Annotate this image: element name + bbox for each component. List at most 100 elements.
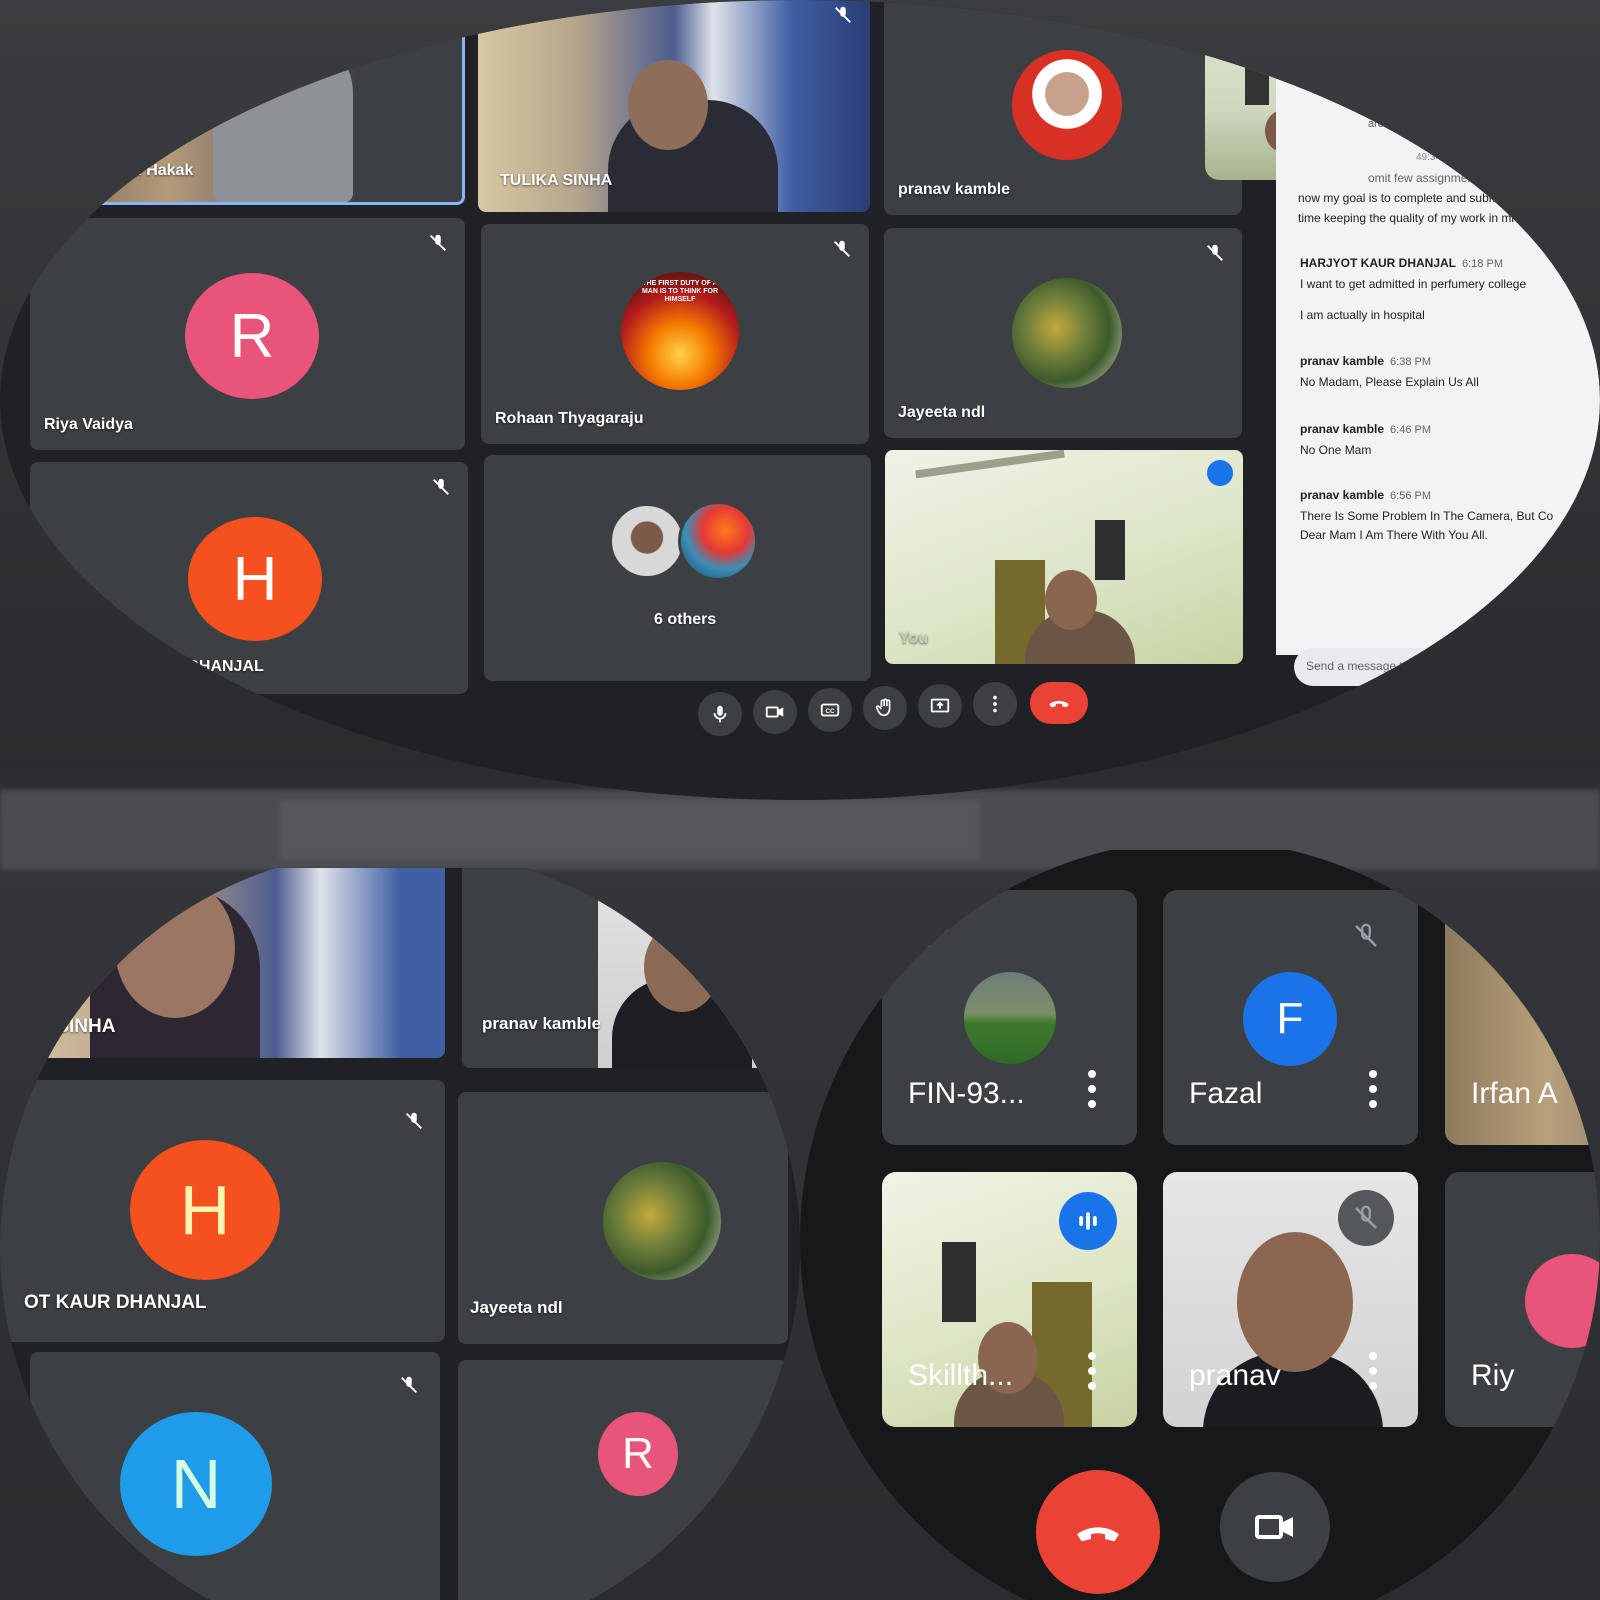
- participant-name: Irfan A: [1471, 1077, 1558, 1110]
- chat-text: No One Mam: [1300, 443, 1372, 457]
- mic-off-icon: [401, 1376, 417, 1393]
- meeting-code: k-bnf: [196, 728, 243, 749]
- participant-name: A SINHA: [38, 1016, 116, 1037]
- chat-message: pranav kamble 6:46 PM No One Mam: [1300, 422, 1590, 459]
- participant-tile[interactable]: pranav kamble: [462, 868, 782, 1068]
- participant-tile[interactable]: R Riya Vaidya: [30, 218, 465, 450]
- participant-tile[interactable]: You: [885, 450, 1243, 664]
- participant-tile[interactable]: Skillth...: [882, 1172, 1137, 1427]
- chat-text: I am actually in hospital: [1300, 308, 1425, 322]
- chat-text: Dear Mam I Am There With You All.: [1300, 528, 1488, 542]
- chat-earlier-text: omit few assignments tom now my goal is …: [1298, 171, 1515, 225]
- speaking-indicator: [1059, 1192, 1117, 1250]
- participant-tile[interactable]: pranav kamble: [884, 0, 1242, 215]
- end-call-button[interactable]: [1030, 682, 1088, 724]
- present-icon: [930, 698, 950, 713]
- participant-name: Riya Vaidya: [44, 416, 133, 433]
- camera-icon: [1255, 1515, 1293, 1539]
- desktop-meeting-panel: an Ahmad Hakak TULIKA SINHA pranav kambl…: [0, 0, 1600, 800]
- participant-avatar: H: [188, 517, 322, 641]
- participant-name: pranav: [1189, 1359, 1281, 1392]
- end-call-button[interactable]: [1036, 1470, 1160, 1594]
- participant-tile[interactable]: H OT KAUR DHANJAL: [0, 1080, 445, 1342]
- participant-avatar: [1525, 1254, 1600, 1348]
- chat-time: 6:56 PM: [1390, 490, 1432, 502]
- participant-avatar: [609, 503, 685, 579]
- chat-text: No Madam, Please Explain Us All: [1300, 375, 1479, 389]
- chat-message: pranav kamble 6:56 PM There Is Some Probl…: [1300, 488, 1590, 544]
- mic-off-icon: [1355, 1205, 1377, 1229]
- desktop-meeting-zoom-panel: A SINHA pranav kamble H OT KAUR DHANJAL …: [0, 868, 800, 1600]
- more-icon: [993, 695, 997, 713]
- mic-off-icon: [1207, 244, 1223, 261]
- mic-off-icon: [1355, 923, 1377, 947]
- participant-tile[interactable]: F Fazal: [1163, 890, 1418, 1145]
- participant-name: Jayeeta ndl: [470, 1298, 563, 1317]
- chat-sender: pranav kamble: [1300, 354, 1385, 368]
- more-options-icon[interactable]: [1368, 1351, 1378, 1391]
- participant-avatar: [1012, 278, 1122, 388]
- participant-tile[interactable]: Riy: [1445, 1172, 1600, 1427]
- captions-icon: CC: [820, 703, 840, 717]
- participant-tile[interactable]: THE FIRST DUTY OF A MAN IS TO THINK FOR …: [481, 224, 869, 444]
- participant-tile[interactable]: Jayeeta ndl: [458, 1092, 788, 1344]
- background-strip: [280, 800, 980, 860]
- camera-button[interactable]: [1220, 1472, 1330, 1582]
- participant-name: an Ahmad Hakak: [65, 162, 194, 179]
- group-others-label: 6 others: [654, 611, 717, 628]
- more-options-icon[interactable]: [1368, 1069, 1378, 1109]
- participant-avatar: H: [130, 1140, 280, 1280]
- chat-sender: pranav kamble: [1300, 488, 1385, 502]
- speaking-indicator-icon: [422, 0, 452, 7]
- person-head: [248, 13, 318, 93]
- more-options-button[interactable]: [973, 682, 1017, 726]
- participant-tile[interactable]: TULIKA SINHA: [478, 0, 870, 212]
- participant-name: OT KAUR DHANJAL: [24, 1292, 207, 1313]
- person-head: [644, 922, 720, 1012]
- participant-tile[interactable]: pranav: [1163, 1172, 1418, 1427]
- participant-avatar: [964, 972, 1056, 1064]
- window-frame: [942, 1242, 976, 1322]
- window-frame: [1095, 520, 1125, 580]
- participant-tile[interactable]: 6 others: [484, 455, 871, 681]
- participant-name: pranav kamble: [898, 181, 1011, 198]
- more-options-icon[interactable]: [1087, 1351, 1097, 1391]
- mic-off-indicator: [1338, 1190, 1394, 1246]
- participant-avatar: R: [598, 1412, 678, 1496]
- participant-avatar: N: [120, 1412, 272, 1556]
- participant-name: You: [899, 630, 929, 647]
- chat-time: 6:46 PM: [1390, 424, 1432, 436]
- participant-tile[interactable]: Jayeeta ndl: [884, 228, 1242, 438]
- person-silhouette: [213, 33, 353, 202]
- mic-button[interactable]: [698, 692, 742, 736]
- speaking-indicator-icon: [1207, 460, 1233, 486]
- raise-hand-button[interactable]: [863, 686, 907, 730]
- participant-avatar: [603, 1162, 721, 1280]
- mic-off-indicator: [1338, 908, 1394, 964]
- participant-tile[interactable]: FIN-93...: [882, 890, 1137, 1145]
- participant-avatar: [678, 501, 758, 581]
- chat-sender: pranav kamble: [1300, 422, 1385, 436]
- participant-avatar: R: [185, 273, 319, 399]
- participant-tile[interactable]: Irfan A: [1445, 890, 1600, 1145]
- camera-button[interactable]: [753, 690, 797, 734]
- participant-tile[interactable]: A SINHA: [0, 868, 445, 1058]
- chat-message: pranav kamble 6:38 PM No Madam, Please Ex…: [1300, 354, 1590, 391]
- more-options-icon[interactable]: [1087, 1069, 1097, 1109]
- participant-tile[interactable]: H OT KAUR DHANJAL: [30, 462, 468, 694]
- chat-message: HARJYOT KAUR DHANJAL 6:18 PM I want to ge…: [1300, 256, 1590, 324]
- raise-hand-icon: [875, 698, 891, 717]
- participant-avatar: THE FIRST DUTY OF A MAN IS TO THINK FOR …: [621, 272, 739, 390]
- participant-tile[interactable]: N: [30, 1352, 440, 1600]
- participant-name: OT KAUR DHANJAL: [110, 658, 264, 675]
- chat-text: I want to get admitted in perfumery coll…: [1300, 277, 1527, 291]
- participant-name: TULIKA SINHA: [500, 172, 613, 189]
- participant-tile[interactable]: R: [458, 1360, 788, 1600]
- participant-tile[interactable]: an Ahmad Hakak: [40, 0, 465, 205]
- participant-name: Rohaan Thyagaraju: [495, 410, 644, 427]
- chat-message-input[interactable]: Send a message to everyone: [1294, 648, 1570, 686]
- present-button[interactable]: [918, 684, 962, 728]
- captions-button[interactable]: CC: [808, 688, 852, 732]
- person-head: [1045, 570, 1097, 630]
- mic-icon: [713, 705, 727, 723]
